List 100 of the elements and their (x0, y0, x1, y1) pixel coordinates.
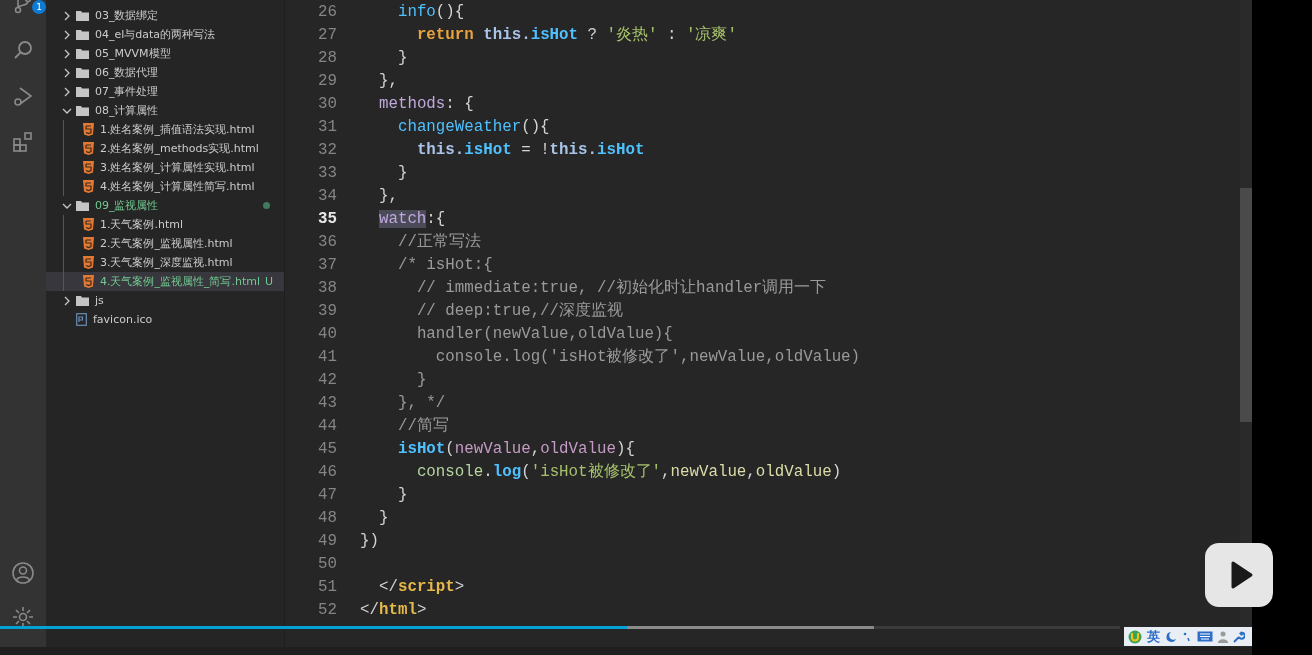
code-line: } (377, 508, 389, 527)
folder-icon (76, 200, 89, 211)
line-number: 29 (317, 71, 338, 90)
keyboard-icon[interactable] (1197, 631, 1213, 642)
folder-icon (76, 48, 89, 59)
code-line: } (396, 48, 408, 67)
line-number: 31 (317, 117, 338, 136)
explorer-item[interactable]: js (46, 291, 284, 310)
line-number: 32 (317, 140, 338, 159)
html-file-icon (83, 161, 94, 174)
item-label: 03_数据绑定 (95, 8, 159, 23)
explorer-item[interactable]: 3.姓名案例_计算属性实现.html (46, 158, 284, 177)
code-line: /* isHot:{ (396, 255, 493, 274)
moon-icon[interactable] (1165, 630, 1177, 643)
folder-icon (76, 29, 89, 40)
html-file-icon (83, 256, 94, 269)
code-line: this.isHot = !this.isHot (415, 140, 645, 159)
item-label: 1.姓名案例_插值语法实现.html (100, 122, 255, 137)
explorer-item[interactable]: 03_数据绑定 (46, 6, 284, 25)
code-line: } (396, 163, 408, 182)
explorer-item[interactable]: 07_事件处理 (46, 82, 284, 101)
account-icon[interactable] (11, 561, 35, 585)
code-line: // immediate:true, //初始化时让handler调用一下 (415, 277, 827, 298)
code-line: console.log('isHot被修改了',newValue,oldValue) (415, 462, 842, 482)
code-line: console.log('isHot被修改了',newValue,oldValue) (434, 347, 861, 367)
explorer-item[interactable]: 1.天气案例.html (46, 215, 284, 234)
item-label: 2.姓名案例_methods实现.html (100, 141, 259, 156)
explorer-item[interactable]: 2.天气案例_监视属性.html (46, 234, 284, 253)
item-label: 1.天气案例.html (100, 217, 184, 232)
folder-icon (76, 67, 89, 78)
line-number: 38 (317, 278, 338, 297)
explorer-item[interactable]: favicon.ico (46, 310, 284, 329)
punctuation-icon[interactable] (1182, 630, 1192, 643)
line-number: 52 (317, 600, 338, 619)
extensions-icon[interactable] (11, 130, 35, 154)
item-label: 4.姓名案例_计算属性简写.html (100, 179, 255, 194)
line-number: 47 (317, 485, 338, 504)
explorer-item[interactable]: 04_el与data的两种写法 (46, 25, 284, 44)
item-label: 3.天气案例_深度监视.html (100, 255, 233, 270)
line-number: 26 (317, 2, 338, 21)
code-line: methods: { (377, 94, 474, 113)
git-status-label: U (265, 275, 274, 288)
code-line: return this.isHot ? '炎热' : '凉爽' (415, 24, 737, 45)
code-line: handler(newValue,oldValue){ (415, 324, 673, 343)
code-line: info(){ (396, 2, 465, 21)
code-line: isHot(newValue,oldValue){ (396, 439, 635, 458)
line-number: 30 (317, 94, 338, 113)
line-number: 41 (317, 347, 338, 366)
code-line: //正常写法 (396, 232, 481, 252)
code-line: }, */ (396, 393, 446, 412)
wrench-icon[interactable] (1233, 630, 1245, 643)
explorer-item[interactable]: 2.姓名案例_methods实现.html (46, 139, 284, 158)
line-number: 35 (317, 209, 338, 228)
settings-icon[interactable] (11, 605, 35, 629)
item-label: 4.天气案例_监视属性_简写.html (100, 274, 261, 289)
explorer-item[interactable]: 05_MVVM模型 (46, 44, 284, 63)
html-file-icon (83, 218, 94, 231)
user-icon[interactable] (1218, 630, 1228, 643)
folder-icon (76, 10, 89, 21)
play-icon (1230, 560, 1254, 590)
line-number: 37 (317, 255, 338, 274)
item-label: 08_计算属性 (95, 103, 159, 118)
folder-icon (76, 295, 89, 306)
explorer-item[interactable]: 08_计算属性 (46, 101, 284, 120)
code-line: </html> (360, 600, 427, 619)
line-number: 39 (317, 301, 338, 320)
code-line: }, (377, 186, 398, 205)
explorer-item[interactable]: 06_数据代理 (46, 63, 284, 82)
modified-dot (263, 202, 270, 209)
explorer-item[interactable]: 1.姓名案例_插值语法实现.html (46, 120, 284, 139)
item-label: 06_数据代理 (95, 65, 159, 80)
file-icon (76, 313, 87, 326)
item-label: 05_MVVM模型 (95, 46, 171, 61)
line-number: 27 (317, 25, 338, 44)
explorer-item[interactable]: 4.天气案例_监视属性_简写.html U (46, 272, 284, 291)
code-line: //简写 (396, 416, 449, 436)
code-line: } (396, 485, 408, 504)
play-button[interactable] (1205, 543, 1273, 607)
video-progress-bar[interactable] (0, 626, 1120, 629)
line-number: 46 (317, 462, 338, 481)
html-file-icon (83, 237, 94, 250)
line-number: 36 (317, 232, 338, 251)
code-line: } (415, 370, 427, 389)
html-file-icon (83, 123, 94, 136)
item-label: favicon.ico (93, 313, 153, 326)
explorer-item[interactable]: 4.姓名案例_计算属性简写.html (46, 177, 284, 196)
run-debug-icon[interactable] (11, 84, 35, 108)
html-file-icon (83, 142, 94, 155)
item-label: 2.天气案例_监视属性.html (100, 236, 233, 251)
html-file-icon (83, 180, 94, 193)
folder-icon (76, 86, 89, 97)
line-number: 34 (317, 186, 338, 205)
item-label: js (95, 294, 104, 307)
line-number: 33 (317, 163, 338, 182)
explorer-item[interactable]: 09_监视属性 (46, 196, 284, 215)
ime-mode-label[interactable]: 英 (1147, 627, 1160, 646)
line-number: 40 (317, 324, 338, 343)
item-label: 3.姓名案例_计算属性实现.html (100, 160, 255, 175)
ime-logo-icon (1128, 629, 1142, 644)
line-number: 44 (317, 416, 338, 435)
